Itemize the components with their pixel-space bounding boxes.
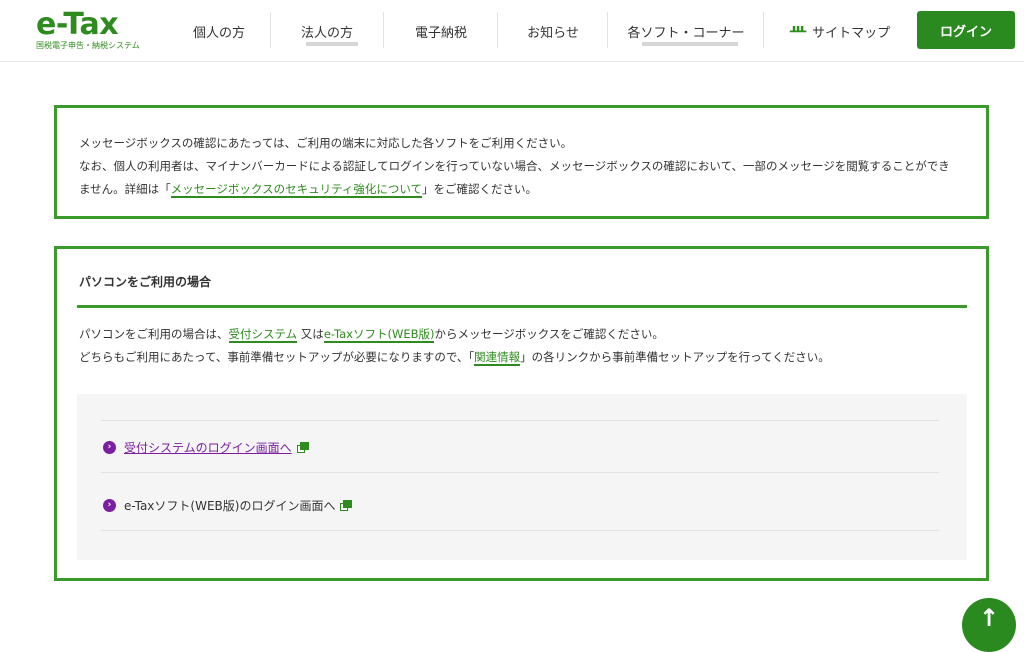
nav-underline [642,42,738,46]
scroll-to-top-button[interactable]: ↑ [962,598,1016,652]
nav-label: 各ソフト・コーナー [627,25,745,41]
logo-text: e-Tax [36,7,119,42]
nav-individual[interactable]: 個人の方 [170,0,268,62]
nav-software-corner[interactable]: 各ソフト・コーナー [609,0,763,62]
nav-label: 個人の方 [192,25,245,41]
row-divider [101,530,939,531]
notice-box: メッセージボックスの確認にあたっては、ご利用の端末に対応した各ソフトをご利用くだ… [54,105,989,219]
login-button[interactable]: ログイン [917,11,1015,49]
row-divider [101,420,939,421]
body-line: パソコンをご利用の場合は、受付システム 又はe-Taxソフト(WEB版)からメッ… [79,323,968,346]
logo-subtitle: 国税電子申告・納税システム [36,41,140,50]
reception-system-link[interactable]: 受付システム [228,327,298,343]
reception-login-link-row[interactable]: › 受付システムのログイン画面へ [103,437,309,457]
body-text-fragment: 」の各リンクから事前準備セットアップを行ってください。 [520,350,830,364]
site-header: e-Tax 国税電子申告・納税システム 個人の方 法人の方 電子納税 お知らせ … [0,0,1024,62]
nav-label: 法人の方 [300,25,353,41]
login-links-panel: › 受付システムのログイン画面へ › e-Taxソフト(WEB版)のログイン画面… [77,394,967,560]
body-text-fragment: からメッセージボックスをご確認ください。 [434,327,664,341]
external-window-icon [340,499,353,511]
notice-line: なお、個人の利用者は、マイナンバーカードによる認証してログインを行っていない場合… [79,159,950,173]
nav-corporate[interactable]: 法人の方 [272,0,382,62]
nav-label: お知らせ [527,25,579,41]
nav-divider [383,12,384,48]
section-heading: パソコンをご利用の場合 [79,275,212,289]
body-text-fragment: どちらもご利用にあたって、事前準備セットアップが必要になりますので、「 [79,350,475,364]
pc-usage-section: パソコンをご利用の場合 パソコンをご利用の場合は、受付システム 又はe-Taxソ… [54,246,989,581]
security-enhancement-link[interactable]: メッセージボックスのセキュリティ強化について [170,182,423,198]
related-info-link[interactable]: 関連情報 [474,350,521,366]
notice-text-fragment: 」をご確認ください。 [422,182,538,196]
notice-text: メッセージボックスの確認にあたっては、ご利用の端末に対応した各ソフトをご利用くだ… [79,132,968,201]
chevron-right-icon: › [103,498,116,512]
nav-label: 電子納税 [414,25,467,41]
etax-web-login-link[interactable]: e-Taxソフト(WEB版)のログイン画面へ [124,497,335,514]
heading-rule [77,305,967,308]
body-text-fragment: 又は [297,327,324,341]
notice-line: メッセージボックスの確認にあたっては、ご利用の端末に対応した各ソフトをご利用くだ… [79,136,573,150]
nav-divider [763,12,764,48]
arrow-up-icon: ↑ [978,604,1000,632]
etax-logo[interactable]: e-Tax 国税電子申告・納税システム [36,7,140,54]
nav-news[interactable]: お知らせ [499,0,607,62]
etax-web-login-link-row[interactable]: › e-Taxソフト(WEB版)のログイン画面へ [103,495,353,515]
external-window-icon [296,441,309,453]
nav-sitemap[interactable]: ᚈ サイトマップ [765,0,915,62]
body-line: どちらもご利用にあたって、事前準備セットアップが必要になりますので、「関連情報」… [79,346,968,369]
reception-login-link[interactable]: 受付システムのログイン画面へ [124,439,292,456]
row-divider [101,472,939,473]
etax-web-software-link[interactable]: e-Taxソフト(WEB版) [323,327,435,343]
notice-line: ません。詳細は「メッセージボックスのセキュリティ強化について」をご確認ください。 [79,178,968,201]
sitemap-icon: ᚈ [789,23,807,39]
nav-label: サイトマップ [812,25,891,41]
chevron-right-icon: › [103,440,116,454]
nav-divider [497,12,498,48]
nav-divider [607,12,608,48]
notice-text-fragment: ません。詳細は「 [79,182,171,196]
nav-underline [306,42,358,46]
body-text-fragment: パソコンをご利用の場合は、 [79,327,229,341]
nav-divider [270,12,271,48]
nav-e-payment[interactable]: 電子納税 [385,0,497,62]
section-body: パソコンをご利用の場合は、受付システム 又はe-Taxソフト(WEB版)からメッ… [79,323,968,369]
